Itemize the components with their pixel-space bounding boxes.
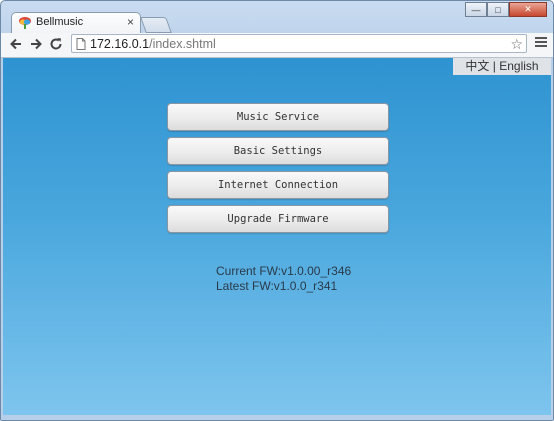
forward-arrow-icon	[31, 38, 42, 50]
firmware-info: Current FW:v1.0.00_r346 Latest FW:v1.0.0…	[216, 264, 351, 294]
bookmark-star-icon[interactable]: ☆	[510, 36, 523, 52]
tab-close-icon[interactable]: ×	[127, 15, 134, 29]
back-button[interactable]	[7, 35, 25, 53]
internet-connection-button[interactable]: Internet Connection	[167, 171, 389, 199]
reload-button[interactable]	[47, 35, 65, 53]
basic-settings-button[interactable]: Basic Settings	[167, 137, 389, 165]
current-firmware-text: Current FW:v1.0.00_r346	[216, 264, 352, 278]
forward-button[interactable]	[27, 35, 45, 53]
url-text: 172.16.0.1/index.shtml	[90, 36, 216, 52]
url-path: /index.shtml	[149, 37, 216, 51]
page-content: 中文 | English Music Service Basic Setting…	[3, 58, 551, 416]
minimize-button[interactable]: —	[465, 2, 487, 17]
maximize-button[interactable]: □	[487, 2, 509, 17]
browser-toolbar: 172.16.0.1/index.shtml ☆	[1, 33, 553, 58]
main-menu: Music Service Basic Settings Internet Co…	[167, 103, 389, 239]
page-icon	[76, 38, 86, 50]
upgrade-firmware-button[interactable]: Upgrade Firmware	[167, 205, 389, 233]
bellmusic-logo-icon	[19, 17, 31, 29]
window-controls: — □ ✕	[465, 2, 547, 18]
latest-firmware-text: Latest FW:v1.0.0_r341	[216, 279, 338, 293]
reload-icon	[50, 38, 62, 50]
address-bar[interactable]: 172.16.0.1/index.shtml ☆	[71, 34, 527, 53]
close-window-button[interactable]: ✕	[509, 2, 547, 17]
browser-tab[interactable]: Bellmusic ×	[11, 12, 141, 33]
language-switcher: 中文 | English	[453, 58, 551, 75]
new-tab-button[interactable]	[140, 17, 172, 33]
browser-window: Bellmusic × — □ ✕ 172.16.0.1/index.shtml…	[0, 0, 554, 421]
language-chinese-link[interactable]: 中文	[465, 59, 489, 73]
language-english-link[interactable]: English	[499, 59, 538, 73]
language-separator: |	[492, 59, 496, 73]
tab-strip: Bellmusic × — □ ✕	[1, 1, 553, 33]
window-bottom-border	[1, 415, 553, 420]
browser-menu-icon[interactable]	[535, 37, 547, 51]
music-service-button[interactable]: Music Service	[167, 103, 389, 131]
back-arrow-icon	[10, 38, 21, 50]
url-host: 172.16.0.1	[90, 37, 150, 51]
tab-title: Bellmusic	[36, 16, 84, 28]
